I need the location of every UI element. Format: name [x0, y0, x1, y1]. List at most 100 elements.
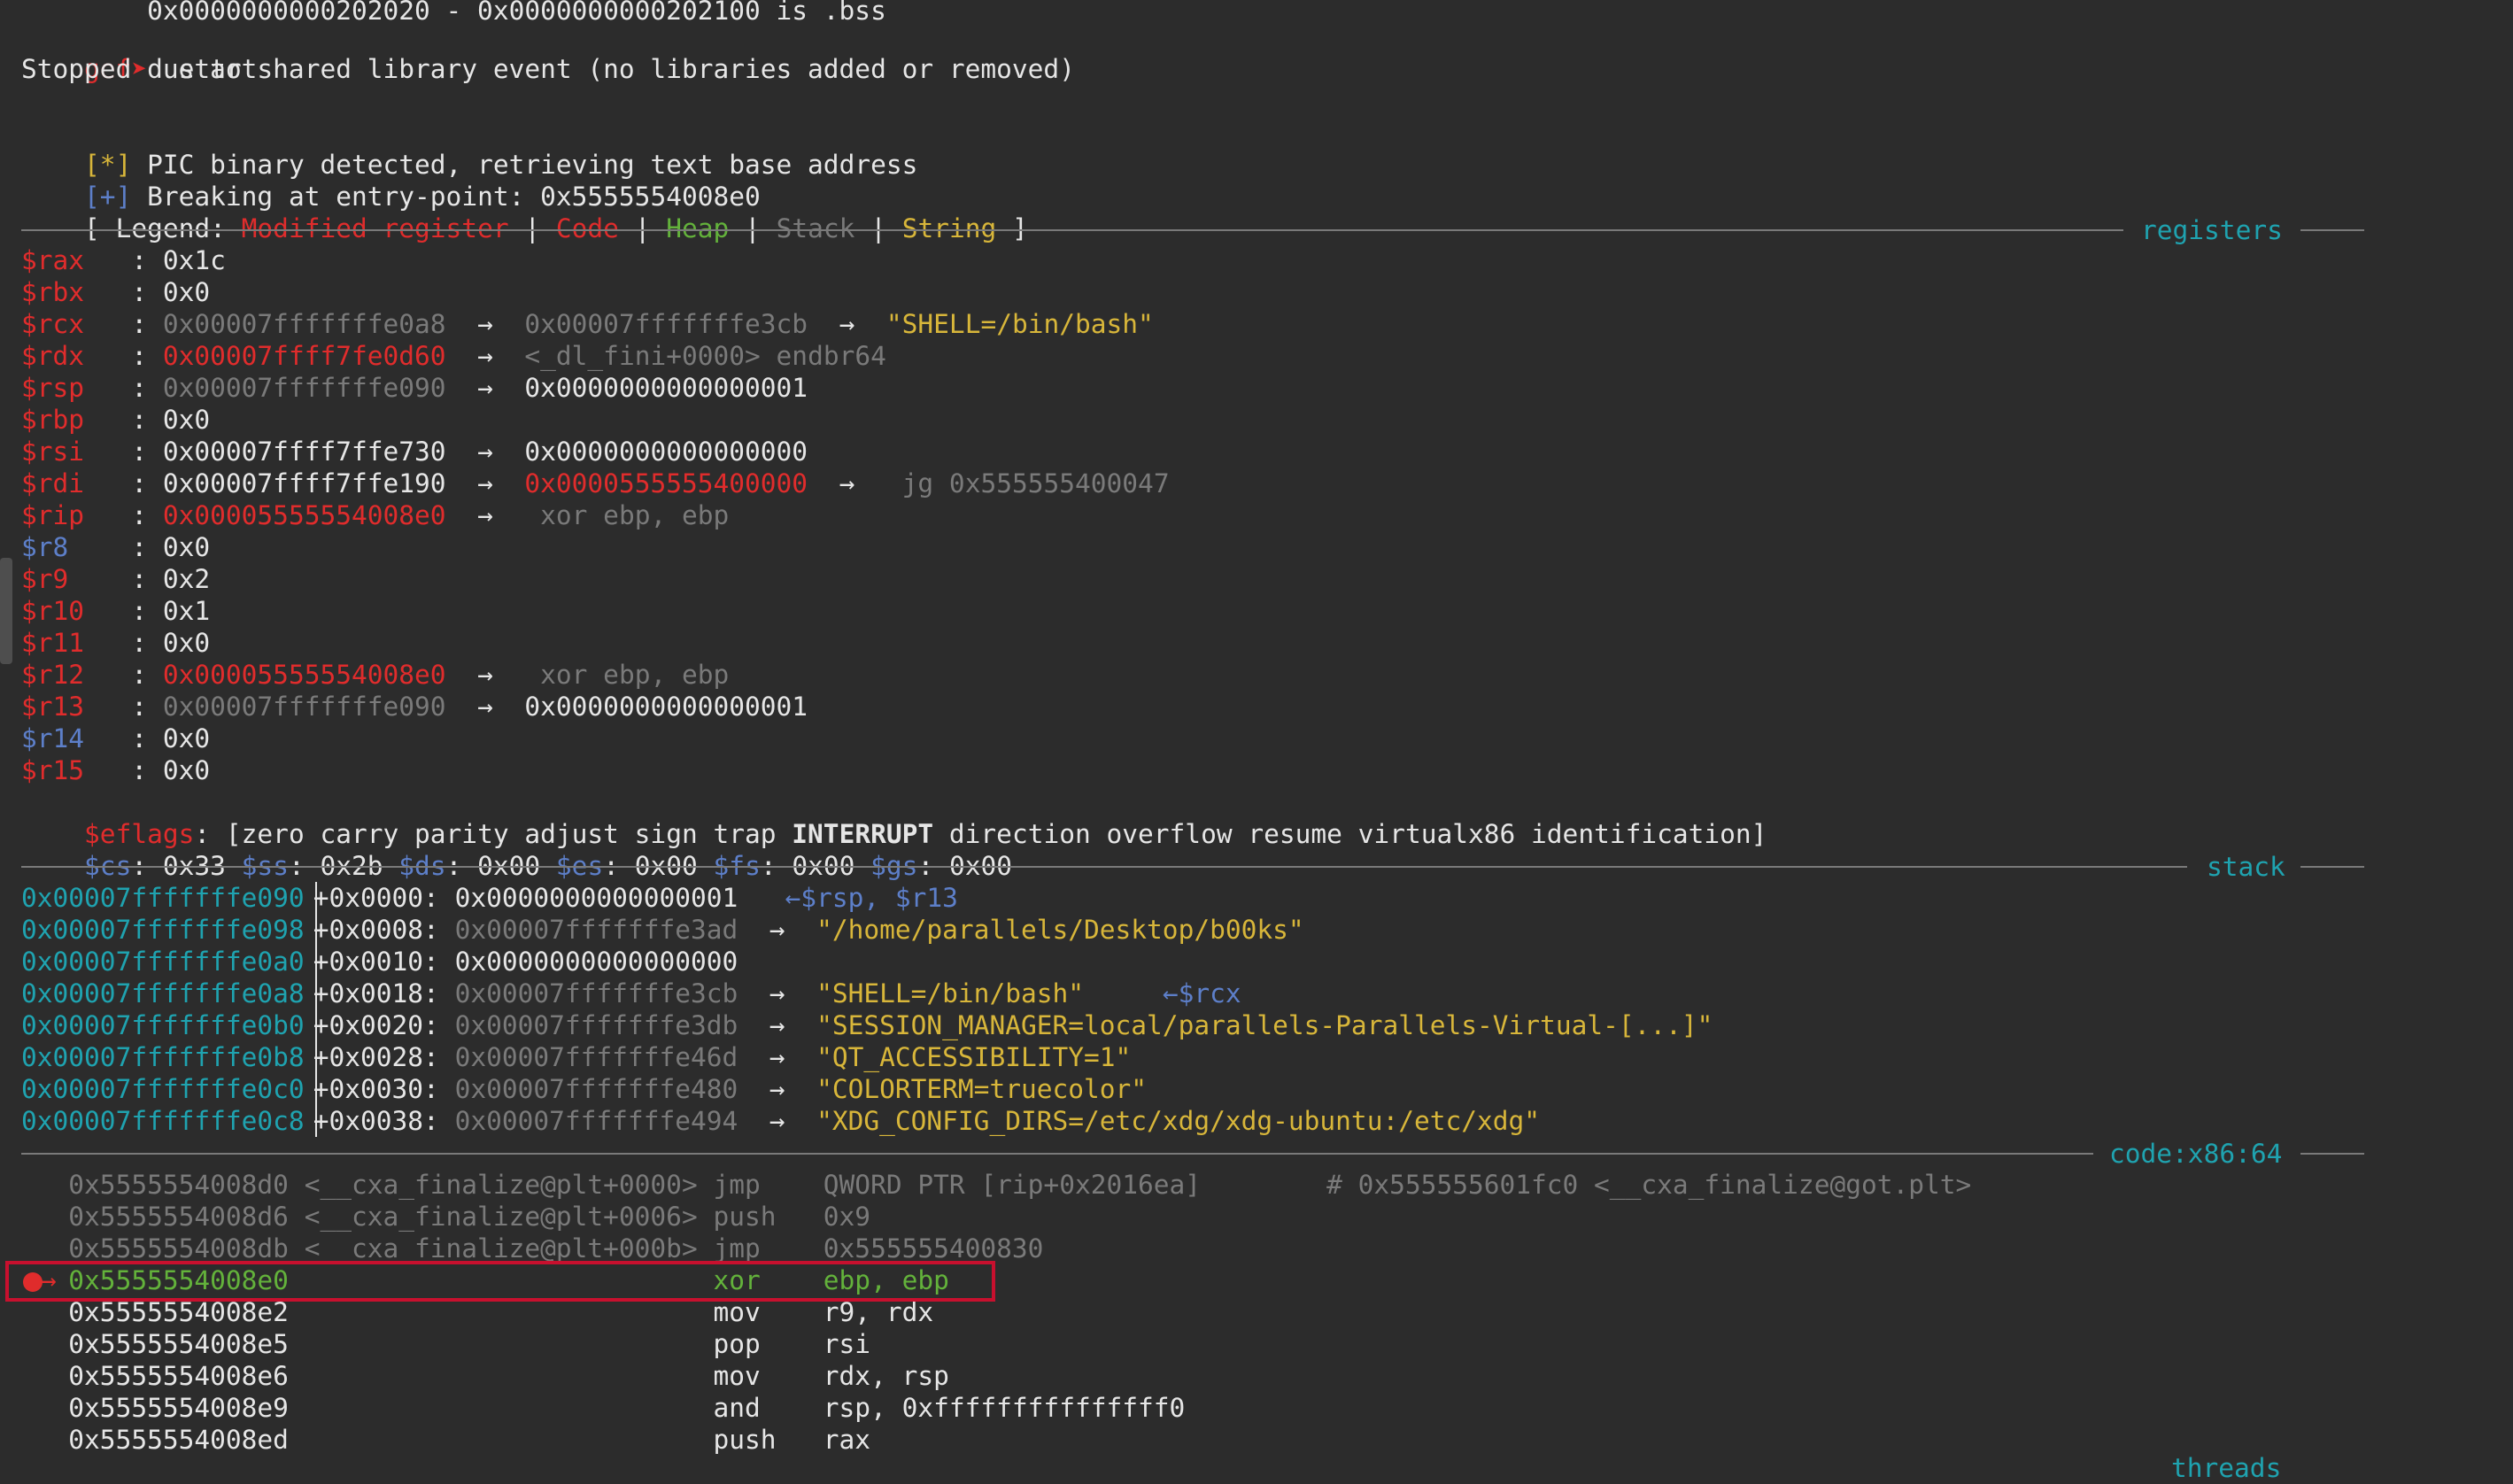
stack-value: 0x00007fffffffe3ad [454, 915, 738, 945]
legend: [ Legend: Modified register | Code | Hea… [21, 181, 1028, 243]
register-value: 0x00007ffff7ffe190 [162, 468, 446, 499]
pointer-arrow-icon: → [808, 468, 886, 499]
register-name: $rcx [21, 309, 132, 339]
legend-sep: | [854, 213, 902, 243]
register-value: 0x0 [162, 723, 211, 754]
register-name: $rax [21, 245, 132, 275]
scrollbar[interactable] [0, 0, 12, 1470]
stack-string: "/home/parallels/Desktop/b00ks" [816, 915, 1304, 945]
register-deref: 0x0000000000000001 [524, 373, 808, 403]
register-row: $r15 : 0x0 [21, 754, 210, 786]
register-row: $rbx : 0x0 [21, 276, 210, 308]
instruction-text: 0x5555554008e5 pop rsi [21, 1329, 871, 1359]
current-instruction-highlight [5, 1261, 995, 1302]
register-deref: 0x00007fffffffe3cb [524, 309, 808, 339]
stack-offset: +0x0028: [313, 1042, 455, 1072]
stack-offset: +0x0010: [313, 947, 455, 977]
stack-row: 0x00007fffffffe0c0 +0x0030: 0x00007ffffff… [21, 1073, 1147, 1105]
legend-string: String [901, 213, 997, 243]
code-line: 0x5555554008e5 pop rsi [21, 1328, 870, 1360]
stack-offset: +0x0018: [313, 978, 455, 1009]
register-row: $r9 : 0x2 [21, 563, 210, 595]
register-sep: : [131, 532, 163, 562]
register-row: $rip : 0x00005555554008e0 → xor ebp, ebp [21, 499, 729, 531]
register-name: $r9 [21, 564, 132, 594]
code-line: 0x5555554008ed push rax [21, 1424, 870, 1456]
register-row: $r14 : 0x0 [21, 723, 210, 754]
pointer-arrow-icon: → [738, 978, 817, 1009]
stack-value: 0x0000000000000000 [454, 947, 738, 977]
pointer-arrow-icon: → [738, 1074, 817, 1104]
pic-message: [*] PIC binary detected, retrieving text… [21, 117, 917, 180]
stack-offset: +0x0030: [313, 1074, 455, 1104]
threads-section-label: threads [2171, 1453, 2282, 1483]
register-sep: : [131, 437, 163, 467]
register-sep: : [131, 755, 163, 785]
stack-register-tag: ←$rcx [1084, 978, 1241, 1009]
register-value: 0x00007fffffffe090 [162, 373, 446, 403]
register-value: 0x00005555554008e0 [162, 660, 446, 690]
code-separator [21, 1153, 2093, 1155]
register-sep: : [131, 564, 163, 594]
register-value: 0x0 [162, 532, 211, 562]
stack-offset: +0x0038: [313, 1106, 455, 1136]
register-name: $r8 [21, 532, 132, 562]
stack-address: 0x00007fffffffe0a8 [21, 978, 305, 1009]
register-name: $rsi [21, 437, 132, 467]
register-value: 0x0 [162, 277, 211, 307]
stack-row: 0x00007fffffffe0c8 +0x0038: 0x00007ffffff… [21, 1105, 1540, 1137]
scrollbar-thumb[interactable] [0, 558, 12, 664]
stopped-message: Stopped due to shared library event (no … [21, 54, 1075, 84]
stack-row: 0x00007fffffffe0b8 +0x0028: 0x00007ffffff… [21, 1041, 1131, 1073]
code-section-label: code:x86:64 [2093, 1138, 2299, 1170]
register-value: 0x00007fffffffe090 [162, 692, 446, 722]
code-line: 0x5555554008e9 and rsp, 0xffffffffffffff… [21, 1392, 1185, 1424]
register-sep: : [131, 692, 163, 722]
register-row: $rdx : 0x00007ffff7fe0d60 → <_dl_fini+00… [21, 340, 886, 372]
register-deref: 0x0000000000000000 [524, 437, 808, 467]
legend-sep: | [618, 213, 667, 243]
legend-heap: Heap [666, 213, 730, 243]
register-sep: : [131, 309, 163, 339]
register-value: 0x00007ffff7ffe730 [162, 437, 446, 467]
stack-address: 0x00007fffffffe090 [21, 883, 305, 913]
register-value: 0x00005555554008e0 [162, 500, 446, 530]
instruction-text: 0x5555554008e2 mov r9, rdx [21, 1297, 934, 1327]
register-name: $r11 [21, 628, 132, 658]
stack-value: 0x00007fffffffe494 [454, 1106, 738, 1136]
pointer-arrow-icon: → [445, 341, 525, 371]
legend-code: Code [555, 213, 619, 243]
stack-value: 0x00007fffffffe3db [454, 1010, 738, 1040]
register-row: $r13 : 0x00007fffffffe090 → 0x0000000000… [21, 691, 808, 723]
stack-row: 0x00007fffffffe090 +0x0000: 0x00000000000… [21, 882, 958, 914]
registers-separator-tail [2300, 229, 2364, 231]
instruction-text: 0x5555554008db <__cxa_finalize@plt+000b>… [21, 1233, 1044, 1264]
register-row: $rdi : 0x00007ffff7ffe190 → 0x0000555555… [21, 468, 1170, 499]
register-value: 0x00007ffff7fe0d60 [162, 341, 446, 371]
register-sep: : [131, 277, 163, 307]
register-name: $r12 [21, 660, 132, 690]
legend-stack: Stack [776, 213, 855, 243]
register-value: 0x1 [162, 596, 211, 626]
register-value: 0x2 [162, 564, 211, 594]
stack-value: 0x0000000000000001 [454, 883, 738, 913]
terminal-window[interactable]: 0x0000000000202020 - 0x0000000000202100 … [0, 0, 2513, 1483]
register-name: $rbp [21, 405, 132, 435]
register-row: $r12 : 0x00005555554008e0 → xor ebp, ebp [21, 659, 729, 691]
pointer-arrow-icon: → [738, 1042, 817, 1072]
prompt-line[interactable]: gef➤ start [21, 21, 257, 84]
stack-string: "QT_ACCESSIBILITY=1" [816, 1042, 1132, 1072]
register-name: $r15 [21, 755, 132, 785]
register-row: $rbp : 0x0 [21, 404, 210, 436]
register-row: $rsp : 0x00007fffffffe090 → 0x0000000000… [21, 372, 808, 404]
segment-registers: $cs: 0x33 $ss: 0x2b $ds: 0x00 $es: 0x00 … [21, 818, 1012, 881]
pointer-arrow-icon: → [445, 373, 525, 403]
register-row: $r8 : 0x0 [21, 531, 210, 563]
stack-address: 0x00007fffffffe098 [21, 915, 305, 945]
code-line: 0x5555554008e6 mov rdx, rsp [21, 1360, 949, 1392]
register-name: $rip [21, 500, 132, 530]
register-row: $rcx : 0x00007fffffffe0a8 → 0x00007fffff… [21, 308, 1154, 340]
pointer-arrow-icon: → [445, 468, 525, 499]
break-message: [+] Breaking at entry-point: 0x555555400… [21, 149, 761, 212]
register-deref: <_dl_fini+0000> endbr64 [524, 341, 886, 371]
